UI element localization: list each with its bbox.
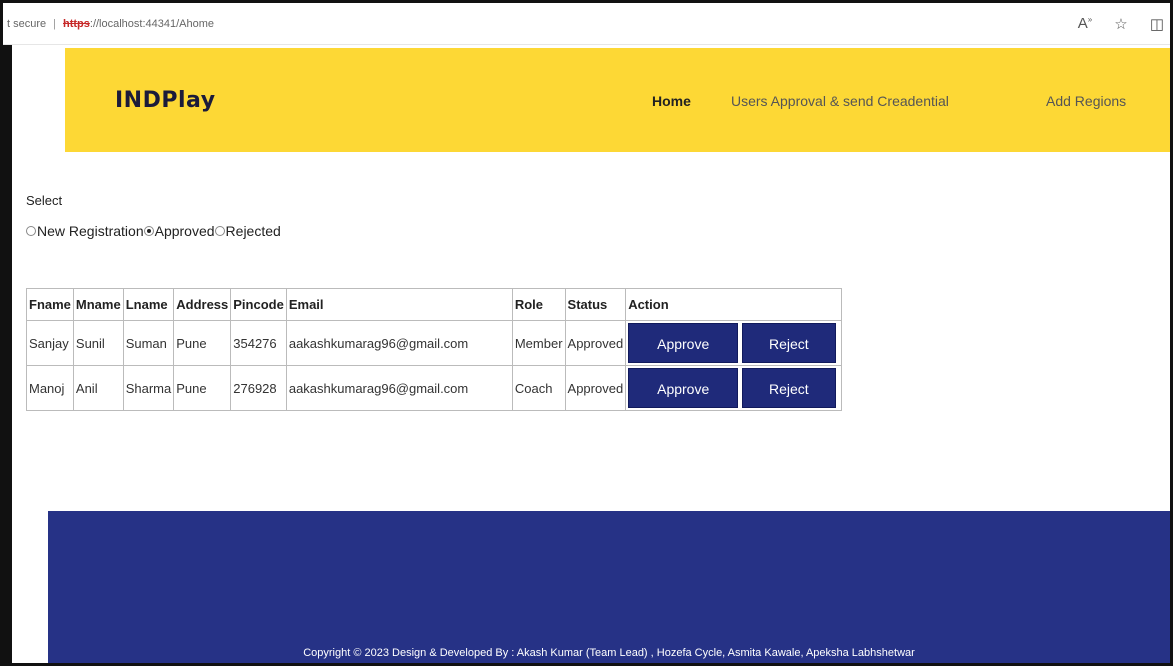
url-protocol: https: [63, 17, 90, 30]
read-aloud-icon[interactable]: A»: [1076, 15, 1094, 33]
status-radio-group: New Registration Approved Rejected: [26, 223, 281, 239]
browser-window: t secure | https ://localhost:44341/Ahom…: [0, 0, 1173, 666]
address-separator: |: [53, 17, 56, 30]
radio-approved[interactable]: Approved: [143, 223, 215, 239]
radio-rejected-label: Rejected: [225, 223, 281, 239]
radio-rejected-dot[interactable]: [214, 226, 225, 236]
radio-rejected[interactable]: Rejected: [214, 223, 281, 239]
approve-button[interactable]: Approve: [628, 368, 739, 408]
col-mname: Mname: [72, 288, 124, 321]
site-brand[interactable]: INDPlay: [115, 88, 216, 113]
cell-email: aakashkumarag96@gmail.com: [285, 320, 513, 366]
site-header: INDPlay Home Users Approval & send Cread…: [65, 48, 1170, 152]
col-fname: Fname: [26, 288, 74, 321]
copyright-text: Copyright © 2023 Design & Developed By :…: [303, 647, 915, 659]
col-address: Address: [173, 288, 232, 321]
cell-mname: Anil: [72, 365, 124, 411]
browser-toolbar-icons: A» ☆ ◫: [1076, 15, 1166, 33]
cell-action: Approve Reject: [625, 365, 843, 411]
cell-address: Pune: [173, 320, 232, 366]
table-header-row: Fname Mname Lname Address Pincode Email …: [26, 288, 843, 321]
cell-action: Approve Reject: [625, 320, 843, 366]
nav-add-regions[interactable]: Add Regions: [1046, 93, 1126, 109]
address-bar[interactable]: t secure | https ://localhost:44341/Ahom…: [3, 3, 1170, 45]
col-lname: Lname: [122, 288, 175, 321]
cell-pincode: 276928: [230, 365, 287, 411]
radio-new-registration[interactable]: New Registration: [26, 223, 144, 239]
table-row: Manoj Anil Sharma Pune 276928 aakashkuma…: [26, 365, 843, 411]
nav-home[interactable]: Home: [652, 93, 691, 109]
cell-lname: Sharma: [122, 365, 175, 411]
reject-button[interactable]: Reject: [741, 323, 836, 363]
radio-new-registration-label: New Registration: [37, 223, 144, 239]
users-table: Fname Mname Lname Address Pincode Email …: [26, 288, 843, 411]
col-action: Action: [625, 288, 843, 321]
cell-status: Approved: [564, 320, 627, 366]
cell-lname: Suman: [122, 320, 175, 366]
col-email: Email: [285, 288, 513, 321]
table-row: Sanjay Sunil Suman Pune 354276 aakashkum…: [26, 320, 843, 366]
url-text[interactable]: https ://localhost:44341/Ahome: [63, 18, 214, 30]
radio-approved-dot[interactable]: [143, 226, 154, 236]
cell-status: Approved: [564, 365, 627, 411]
security-label[interactable]: t secure: [7, 18, 46, 30]
url-path: ://localhost:44341/Ahome: [89, 17, 215, 30]
cell-address: Pune: [173, 365, 232, 411]
reject-button[interactable]: Reject: [741, 368, 836, 408]
cell-email: aakashkumarag96@gmail.com: [285, 365, 513, 411]
cell-fname: Manoj: [26, 365, 74, 411]
cell-mname: Sunil: [72, 320, 124, 366]
col-role: Role: [511, 288, 566, 321]
radio-approved-label: Approved: [154, 223, 215, 239]
left-edge-band: [3, 45, 12, 663]
cell-fname: Sanjay: [26, 320, 74, 366]
nav-users-approval[interactable]: Users Approval & send Creadential: [731, 93, 949, 109]
favorite-star-icon[interactable]: ☆: [1112, 15, 1130, 33]
select-label: Select: [26, 193, 63, 208]
site-footer: Copyright © 2023 Design & Developed By :…: [48, 511, 1170, 663]
cell-role: Coach: [511, 365, 566, 411]
cell-role: Member: [511, 320, 566, 366]
col-status: Status: [564, 288, 627, 321]
col-pincode: Pincode: [230, 288, 287, 321]
cell-pincode: 354276: [230, 320, 287, 366]
approve-button[interactable]: Approve: [628, 323, 739, 363]
split-screen-icon[interactable]: ◫: [1148, 15, 1166, 33]
radio-new-registration-dot[interactable]: [26, 226, 36, 236]
